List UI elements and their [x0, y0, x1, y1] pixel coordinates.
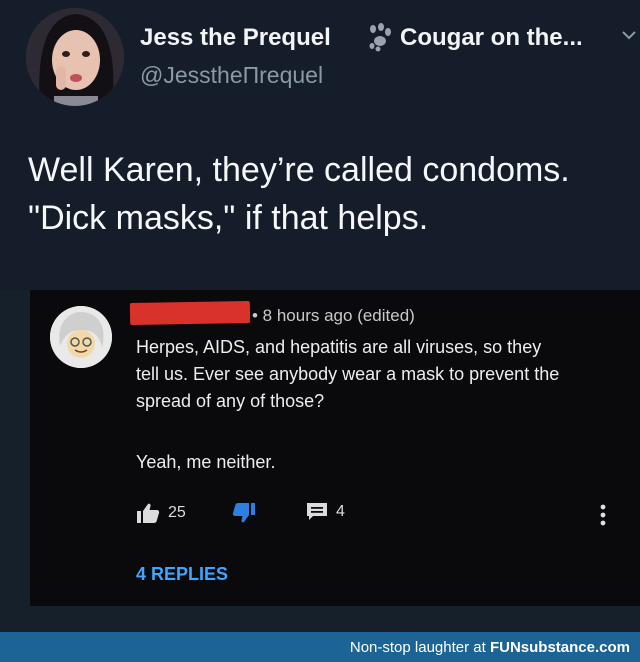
tweet-text-line: Well Karen, they’re called condoms.: [28, 151, 570, 189]
youtube-comment-card: • 8 hours ago (edited) Herpes, AIDS, and…: [30, 290, 640, 606]
comment-bubble-icon: [307, 503, 327, 520]
tweet-card: Jess the Prequel Cougar on the... @Jesst…: [0, 0, 640, 290]
reply-count: 4: [336, 503, 345, 520]
tweet-author-handle[interactable]: @JesstheПrequel: [140, 62, 323, 89]
chevron-down-icon[interactable]: [622, 30, 636, 40]
comment-body: Herpes, AIDS, and hepatitis are all viru…: [136, 334, 636, 415]
like-button[interactable]: 25: [136, 502, 186, 524]
comment-meta: • 8 hours ago (edited): [252, 306, 415, 325]
watermark-footer: Non-stop laughter at FUNsubstance.com: [0, 632, 640, 662]
tweet-author-name[interactable]: Jess the Prequel: [140, 24, 331, 52]
thumbs-down-icon: [232, 503, 255, 523]
more-options-icon[interactable]: [600, 502, 606, 528]
comment-body-line: tell us. Ever see anybody wear a mask to…: [136, 364, 560, 384]
tweet-text: Well Karen, they’re called condoms. "Dic…: [28, 146, 628, 242]
comment-body-closing: Yeah, me neither.: [136, 452, 276, 472]
comment-body-line: Herpes, AIDS, and hepatitis are all viru…: [136, 337, 542, 357]
commenter-avatar[interactable]: [50, 306, 112, 368]
dislike-button[interactable]: [232, 502, 256, 524]
reply-count-button[interactable]: 4: [306, 502, 345, 522]
like-count: 25: [168, 504, 186, 521]
thumbs-up-icon: [137, 503, 160, 523]
tweet-text-line: "Dick masks," if that helps.: [28, 199, 429, 237]
tweet-author-avatar[interactable]: [26, 8, 124, 106]
watermark-brand[interactable]: FUNsubstance.com: [490, 639, 630, 656]
comment-body-line: spread of any of those?: [136, 391, 325, 411]
tweet-author-bio: Cougar on the...: [400, 24, 583, 51]
watermark-text: Non-stop laughter at FUNsubstance.com: [350, 639, 630, 656]
view-replies-link[interactable]: 4 REPLIES: [136, 564, 228, 585]
comment-actions: 25 4: [136, 502, 616, 528]
watermark-prefix: Non-stop laughter at: [349, 639, 490, 656]
redacted-username: [129, 300, 251, 326]
paw-print-icon: [369, 23, 391, 52]
